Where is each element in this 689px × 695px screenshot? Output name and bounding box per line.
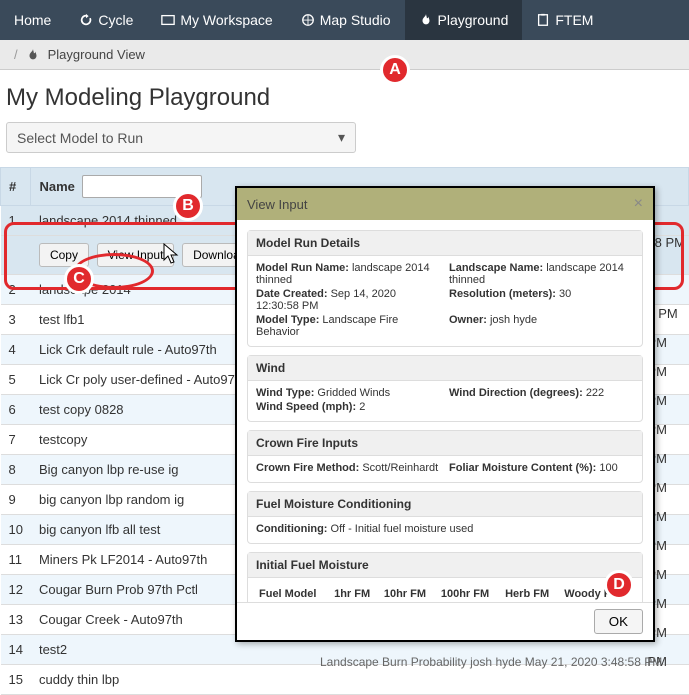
annotation-badge-c: C <box>64 264 94 294</box>
table-row[interactable]: 15cuddy thin lbp <box>1 665 689 695</box>
clipboard-icon <box>536 13 550 27</box>
annotation-badge-b: B <box>173 191 203 221</box>
nav-mapstudio[interactable]: Map Studio <box>287 0 405 40</box>
panel-fmc: Fuel Moisture Conditioning Conditioning:… <box>247 491 643 544</box>
dialog-title: View Input <box>247 197 307 212</box>
panel-ifm: Initial Fuel Moisture Fuel Model 1hr FM … <box>247 552 643 602</box>
nav-home[interactable]: Home <box>0 0 65 40</box>
panel-details: Model Run Details Model Run Name: landsc… <box>247 230 643 347</box>
dialog-titlebar[interactable]: View Input × <box>237 188 653 220</box>
panel-wind: Wind Wind Type: Gridded Winds Wind Direc… <box>247 355 643 422</box>
nav-ftem[interactable]: FTEM <box>522 0 607 40</box>
cycle-icon <box>79 13 93 27</box>
ok-button[interactable]: OK <box>594 609 643 634</box>
fire-icon <box>26 48 40 62</box>
annotation-badge-a: A <box>380 55 410 85</box>
page-title: My Modeling Playground <box>0 70 689 122</box>
close-icon[interactable]: × <box>634 195 643 213</box>
breadcrumb-sep: / <box>14 47 18 62</box>
model-select-dropdown[interactable]: Select Model to Run ▾ <box>6 122 356 153</box>
nav-playground[interactable]: Playground <box>405 0 523 40</box>
panel-crown: Crown Fire Inputs Crown Fire Method: Sco… <box>247 430 643 483</box>
bottom-row-peek: Landscape Burn Probability josh hyde May… <box>320 655 662 669</box>
top-navbar: Home Cycle My Workspace Map Studio Playg… <box>0 0 689 40</box>
view-input-dialog: View Input × Model Run Details Model Run… <box>235 186 655 642</box>
fuel-moisture-table: Fuel Model 1hr FM 10hr FM 100hr FM Herb … <box>256 584 634 602</box>
nav-workspace[interactable]: My Workspace <box>147 0 286 40</box>
caret-down-icon: ▾ <box>338 129 345 146</box>
nav-cycle[interactable]: Cycle <box>65 0 147 40</box>
annotation-badge-d: D <box>604 570 634 600</box>
col-num[interactable]: # <box>1 168 31 206</box>
breadcrumb-item[interactable]: Playground View <box>48 47 145 62</box>
fire-icon <box>419 13 433 27</box>
folder-icon <box>161 13 175 27</box>
globe-icon <box>301 13 315 27</box>
cursor-icon <box>163 243 181 265</box>
breadcrumb: / Playground View <box>0 40 689 70</box>
